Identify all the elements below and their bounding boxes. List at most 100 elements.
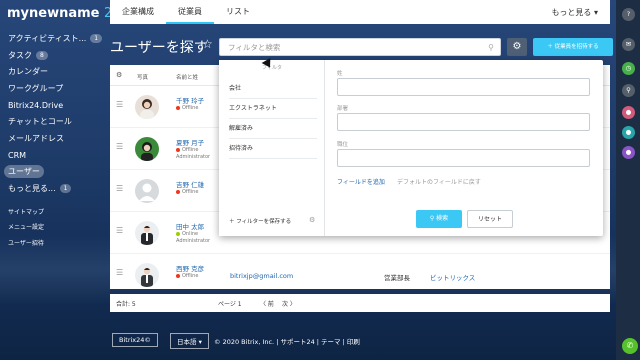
right-panel: ? ✉ ◷ ⚲ ● ● ● xyxy=(616,0,640,360)
filter-preset-fired[interactable]: 解雇済み xyxy=(229,123,317,139)
sidebar-item-label: CRM xyxy=(8,150,27,160)
filter-preset-extranet[interactable]: エクストラネット xyxy=(229,103,317,119)
filter-popup: フィルタ 会社 エクストラネット 解雇済み 招待済み ＋ フィルターを保存する … xyxy=(219,60,603,236)
status-dot xyxy=(176,274,180,278)
search-button[interactable]: ⚲ 検索 xyxy=(416,210,462,228)
restore-default-fields-link[interactable]: デフォルトのフィールドに戻す xyxy=(397,177,481,186)
sidebar-item-activity[interactable]: アクティビティスト... 1 xyxy=(0,30,108,47)
star-icon[interactable]: ☆ xyxy=(202,37,213,51)
menu-icon[interactable]: ☰ xyxy=(116,142,123,151)
sidebar: アクティビティスト... 1 タスク 8 カレンダー ワークグループ Bitrix2… xyxy=(0,30,108,251)
user-name-link[interactable]: 田中 太郎 xyxy=(176,221,204,231)
save-filter-button[interactable]: ＋ フィルターを保存する xyxy=(229,217,291,225)
prev-page-link[interactable]: 〈 前 xyxy=(260,299,274,308)
menu-icon[interactable]: ☰ xyxy=(116,268,123,277)
footer-links[interactable]: © 2020 Bitrix, Inc. | サポート24 | テーマ | 印刷 xyxy=(214,336,360,346)
table-row[interactable]: ☰ 西野 克彦 Offline bitrixjp@gmail.com 営業部長 … xyxy=(110,254,610,296)
sidebar-item-calendar[interactable]: カレンダー xyxy=(0,63,108,80)
invite-employee-button[interactable]: ＋ 従業員を招待する xyxy=(533,38,613,56)
status-label: Offline xyxy=(182,189,199,195)
page-indicator: ページ 1 xyxy=(218,301,242,308)
sidebar-link-invite-users[interactable]: ユーザー招待 xyxy=(0,236,108,252)
sidebar-item-crm[interactable]: CRM xyxy=(0,147,108,164)
page-title: ユーザーを探す xyxy=(110,40,208,56)
contact-avatar-icon[interactable]: ● xyxy=(622,126,635,139)
user-name-link[interactable]: 西野 克彦 xyxy=(176,263,204,273)
reset-button[interactable]: リセット xyxy=(467,210,513,228)
avatar xyxy=(135,95,159,119)
counter-badge: 8 xyxy=(36,50,48,60)
gear-icon[interactable]: ⚙ xyxy=(507,38,527,56)
column-header-name[interactable]: 名前と姓 xyxy=(176,73,198,81)
search-icon[interactable]: ⚲ xyxy=(622,84,635,97)
sidebar-link-menu-settings[interactable]: メニュー設定 xyxy=(0,220,108,236)
filter-preset-company[interactable]: 会社 xyxy=(229,83,317,99)
next-page-link[interactable]: 次 〉 xyxy=(282,299,296,308)
tab-list[interactable]: リスト xyxy=(214,0,262,24)
sidebar-item-workgroups[interactable]: ワークグループ xyxy=(0,80,108,97)
status-label: Offline xyxy=(182,273,199,279)
sidebar-item-mail[interactable]: メールアドレス xyxy=(0,130,108,147)
status-label: Offline xyxy=(182,105,199,111)
user-name-link[interactable]: 千野 玲子 xyxy=(176,95,204,105)
tab-employees[interactable]: 従業員 xyxy=(166,0,214,24)
field-label-last-name: 姓 xyxy=(337,71,343,77)
search-icon[interactable]: ⚲ xyxy=(488,39,494,57)
status: Offline xyxy=(176,147,198,153)
search-button-label: 検索 xyxy=(436,215,449,222)
tab-company-structure[interactable]: 企業構成 xyxy=(110,0,166,24)
contact-avatar-icon[interactable]: ● xyxy=(622,106,635,119)
department-field[interactable] xyxy=(337,113,590,131)
notifications-icon[interactable]: ✉ xyxy=(622,38,635,51)
gear-icon[interactable]: ⚙ xyxy=(309,216,315,224)
menu-icon[interactable]: ☰ xyxy=(116,100,123,109)
last-name-field[interactable] xyxy=(337,78,590,96)
avatar-placeholder-icon xyxy=(135,179,159,203)
language-selector[interactable]: 日本語 ▾ xyxy=(170,333,209,349)
sidebar-item-label: タスク xyxy=(8,50,32,60)
add-field-link[interactable]: フィールドを追加 xyxy=(337,177,385,186)
search-input[interactable]: フィルタと検索 ⚲ xyxy=(219,38,501,56)
column-header-photo[interactable]: 写真 xyxy=(137,73,148,81)
footer-bar: Bitrix24© 日本語 ▾ © 2020 Bitrix, Inc. | サポ… xyxy=(110,330,610,350)
logo-name: mynewname xyxy=(7,6,100,21)
grid-footer: 合計: 5 ページ 1 〈 前 次 〉 xyxy=(110,294,610,312)
status-dot xyxy=(176,148,180,152)
user-name-link[interactable]: 夏野 月子 xyxy=(176,137,204,147)
sidebar-link-sitemap[interactable]: サイトマップ xyxy=(0,205,108,221)
user-name-link[interactable]: 吉野 仁雄 xyxy=(176,179,204,189)
sidebar-item-drive[interactable]: Bitrix24.Drive xyxy=(0,97,108,114)
app-logo[interactable]: mynewname 24 xyxy=(7,6,121,21)
bitrix24-logo[interactable]: Bitrix24© xyxy=(112,333,158,347)
filter-presets-panel: フィルタ 会社 エクストラネット 解雇済み 招待済み ＋ フィルターを保存する … xyxy=(219,60,325,236)
lock-icon[interactable]: ● xyxy=(622,146,635,159)
filter-preset-invited[interactable]: 招待済み xyxy=(229,143,317,159)
department-link[interactable]: ビットリックス xyxy=(430,272,475,282)
menu-icon[interactable]: ☰ xyxy=(116,184,123,193)
total-count: 合計: 5 xyxy=(116,301,136,308)
sidebar-item-label: チャットとコール xyxy=(8,117,72,127)
sidebar-item-tasks[interactable]: タスク 8 xyxy=(0,47,108,64)
counter-badge: 1 xyxy=(59,184,72,194)
menu-icon[interactable]: ☰ xyxy=(116,226,123,235)
sidebar-item-label: カレンダー xyxy=(8,67,48,77)
field-label-position: 職位 xyxy=(337,142,349,148)
help-icon[interactable]: ? xyxy=(622,8,635,21)
sidebar-item-label: アクティビティスト... xyxy=(8,33,87,43)
sidebar-item-users[interactable]: ユーザー xyxy=(0,164,108,181)
counter-badge: 1 xyxy=(90,33,103,43)
timeman-icon[interactable]: ◷ xyxy=(622,62,635,75)
status: Offline xyxy=(176,105,198,111)
sidebar-item-more[interactable]: もっと見る... 1 xyxy=(0,180,108,197)
settings-gear-icon[interactable]: ⚙ xyxy=(116,71,122,79)
email-link[interactable]: bitrixjp@gmail.com xyxy=(230,272,293,280)
position-field[interactable] xyxy=(337,149,590,167)
top-tabs-bar: 企業構成 従業員 リスト もっと見る ▾ xyxy=(110,0,610,24)
status-dot xyxy=(176,232,180,236)
sidebar-item-label: もっと見る... xyxy=(8,184,56,194)
user-role: Administrator xyxy=(176,238,211,244)
more-menu[interactable]: もっと見る ▾ xyxy=(551,7,610,18)
sidebar-item-chat[interactable]: チャットとコール xyxy=(0,113,108,130)
status-label: Offline xyxy=(182,147,199,153)
chat-icon[interactable]: ✆ xyxy=(622,338,638,354)
